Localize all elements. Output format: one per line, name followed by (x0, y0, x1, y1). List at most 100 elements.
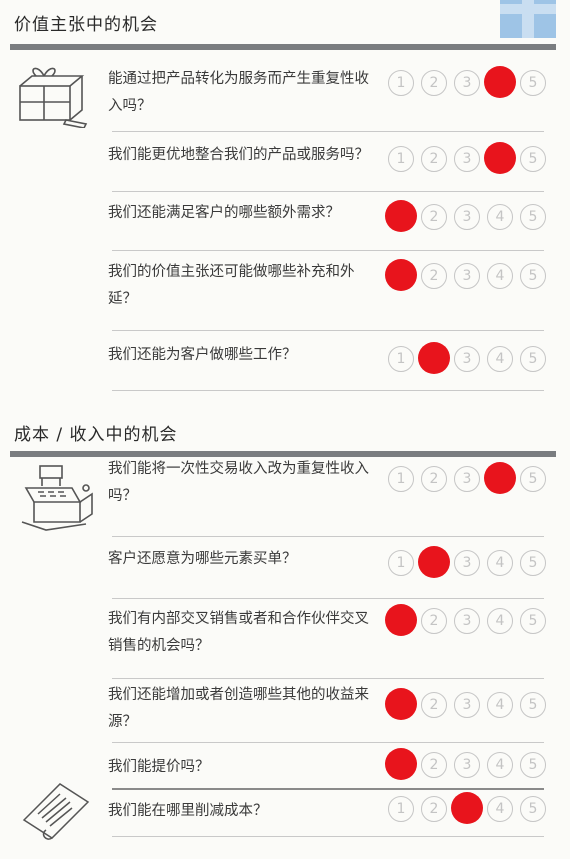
rating-option-1[interactable]: 1 (388, 146, 414, 172)
rating-option-5[interactable]: 5 (520, 70, 546, 96)
rating-scale[interactable]: 12345 (385, 200, 548, 232)
selected-rating-mark (484, 142, 516, 174)
rating-option-5[interactable]: 5 (520, 608, 546, 634)
row-divider (112, 678, 544, 679)
rating-option-5[interactable]: 5 (520, 796, 546, 822)
rating-option-4[interactable]: 4 (487, 263, 513, 289)
selected-rating-mark (385, 604, 417, 636)
question-row: 我们的价值主张还可能做哪些补充和外延？ 12345 (108, 259, 558, 321)
rating-option-5[interactable]: 5 (520, 346, 546, 372)
selected-rating-mark (385, 688, 417, 720)
rating-option-4[interactable]: 4 (487, 204, 513, 230)
section-divider (10, 44, 556, 50)
rating-scale[interactable]: 12345 (388, 546, 548, 578)
rating-option-1[interactable]: 1 (388, 550, 414, 576)
rating-option-5[interactable]: 5 (520, 204, 546, 230)
cash-register-icon (21, 465, 93, 531)
question-text: 我们的价值主张还可能做哪些补充和外延？ (108, 264, 355, 307)
rating-option-4[interactable]: 4 (487, 692, 513, 718)
question-row: 能通过把产品转化为服务而产生重复性收入吗？ 12345 (108, 66, 558, 132)
question-text: 客户还愿意为哪些元素买单？ (108, 551, 297, 567)
row-divider (112, 836, 544, 837)
rating-option-5[interactable]: 5 (520, 146, 546, 172)
question-row: 我们能将一次性交易收入改为重复性收入吗？ 12345 (108, 456, 558, 526)
rating-scale[interactable]: 12345 (388, 462, 548, 494)
rating-option-3[interactable]: 3 (454, 550, 480, 576)
question-text: 我们还能增加或者创造哪些其他的收益来源？ (108, 687, 369, 730)
rating-option-5[interactable]: 5 (520, 550, 546, 576)
question-text: 我们还能满足客户的哪些额外需求？ (108, 205, 340, 221)
question-text: 我们能更优地整合我们的产品或服务吗？ (108, 147, 369, 163)
rating-option-5[interactable]: 5 (520, 263, 546, 289)
rating-option-5[interactable]: 5 (520, 692, 546, 718)
rating-option-3[interactable]: 3 (454, 204, 480, 230)
row-divider (112, 250, 544, 251)
rating-option-3[interactable]: 3 (454, 466, 480, 492)
rating-option-3[interactable]: 3 (454, 146, 480, 172)
row-divider (112, 330, 544, 331)
question-row: 我们还能增加或者创造哪些其他的收益来源？ 12345 (108, 682, 558, 742)
rating-option-3[interactable]: 3 (454, 608, 480, 634)
selected-rating-mark (385, 200, 417, 232)
rating-option-4[interactable]: 4 (487, 752, 513, 778)
question-row: 我们有内部交叉销售或者和合作伙伴交叉销售的机会吗？ 12345 (108, 604, 558, 672)
question-row: 客户还愿意为哪些元素买单？ 12345 (108, 546, 558, 590)
selected-rating-mark (484, 462, 516, 494)
rating-scale[interactable]: 12345 (385, 259, 548, 291)
question-text: 我们有内部交叉销售或者和合作伙伴交叉销售的机会吗？ (108, 611, 369, 654)
question-row: 我们能更优地整合我们的产品或服务吗？ 12345 (108, 142, 558, 194)
rating-option-5[interactable]: 5 (520, 752, 546, 778)
question-row: 我们还能满足客户的哪些额外需求？ 12345 (108, 200, 558, 252)
rating-option-2[interactable]: 2 (421, 692, 447, 718)
corner-tab-icon (500, 0, 556, 38)
rating-option-3[interactable]: 3 (454, 346, 480, 372)
selected-rating-mark (418, 546, 450, 578)
rating-option-4[interactable]: 4 (487, 346, 513, 372)
rating-option-2[interactable]: 2 (421, 146, 447, 172)
rating-scale[interactable]: 12345 (388, 792, 548, 824)
selected-rating-mark (484, 66, 516, 98)
question-text: 我们能在哪里削减成本？ (108, 803, 268, 819)
rating-option-2[interactable]: 2 (421, 70, 447, 96)
rating-scale[interactable]: 12345 (385, 604, 548, 636)
rating-option-2[interactable]: 2 (421, 204, 447, 230)
selected-rating-mark (385, 259, 417, 291)
row-divider (112, 742, 544, 743)
rating-scale[interactable]: 12345 (388, 342, 548, 374)
section-title-value-proposition: 价值主张中的机会 (14, 15, 158, 35)
rating-option-3[interactable]: 3 (454, 692, 480, 718)
rating-option-1[interactable]: 1 (388, 466, 414, 492)
receipt-icon (22, 783, 90, 840)
rating-option-3[interactable]: 3 (454, 752, 480, 778)
rating-option-1[interactable]: 1 (388, 70, 414, 96)
question-row: 我们还能为客户做哪些工作？ 12345 (108, 342, 558, 382)
row-divider (112, 390, 544, 391)
rating-option-4[interactable]: 4 (487, 608, 513, 634)
section-title-cost-revenue: 成本 / 收入中的机会 (14, 425, 178, 445)
rating-scale[interactable]: 12345 (385, 688, 548, 720)
question-text: 能通过把产品转化为服务而产生重复性收入吗？ (108, 71, 369, 114)
rating-option-2[interactable]: 2 (421, 263, 447, 289)
rating-scale[interactable]: 12345 (388, 66, 548, 98)
rating-option-5[interactable]: 5 (520, 466, 546, 492)
rating-option-2[interactable]: 2 (421, 466, 447, 492)
row-divider (112, 131, 544, 132)
rating-option-4[interactable]: 4 (487, 550, 513, 576)
rating-option-2[interactable]: 2 (421, 608, 447, 634)
rating-option-1[interactable]: 1 (388, 346, 414, 372)
row-divider (112, 598, 544, 599)
rating-option-3[interactable]: 3 (454, 263, 480, 289)
rating-option-1[interactable]: 1 (388, 796, 414, 822)
row-divider (112, 536, 544, 537)
row-divider (112, 191, 544, 192)
rating-scale[interactable]: 12345 (385, 748, 548, 780)
rating-option-2[interactable]: 2 (421, 752, 447, 778)
rating-option-3[interactable]: 3 (454, 70, 480, 96)
rating-scale[interactable]: 12345 (388, 142, 548, 174)
selected-rating-mark (418, 342, 450, 374)
gift-box-icon (19, 67, 88, 128)
rating-option-2[interactable]: 2 (421, 796, 447, 822)
rating-option-4[interactable]: 4 (487, 796, 513, 822)
question-row: 我们能在哪里削减成本？ 12345 (108, 792, 558, 828)
question-row: 我们能提价吗？ 12345 (108, 748, 558, 784)
